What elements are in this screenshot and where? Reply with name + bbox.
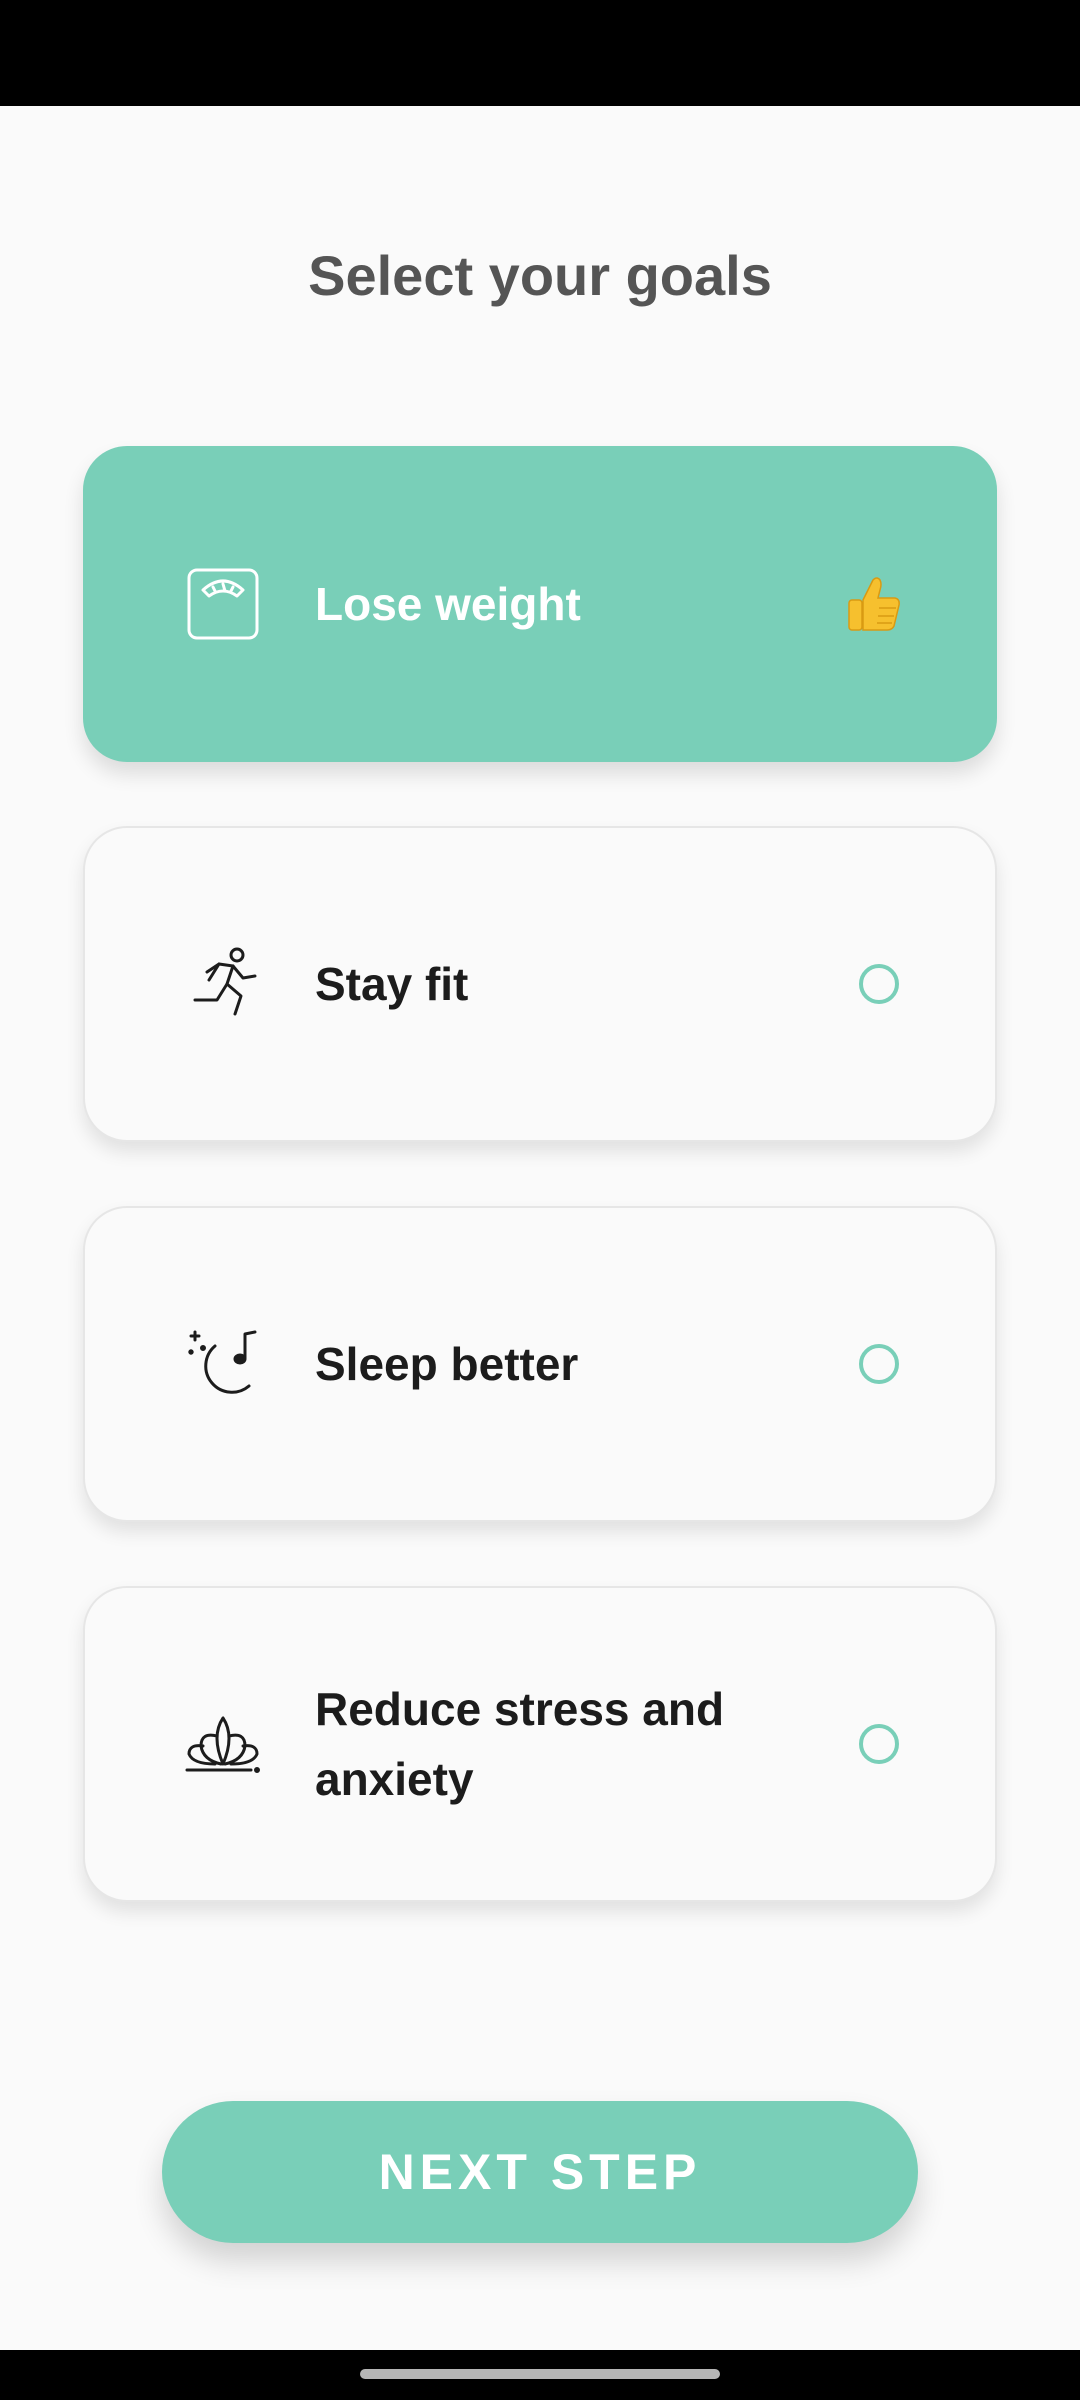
running-person-icon [185,946,261,1022]
goal-radio-sleep-better[interactable] [859,1344,899,1384]
goal-card-lose-weight[interactable]: Lose weight [83,446,997,762]
next-step-button[interactable]: NEXT STEP [162,2101,918,2243]
goal-card-stay-fit[interactable]: Stay fit [83,826,997,1142]
page-title: Select your goals [308,244,772,307]
goal-label: Lose weight [315,578,581,630]
lotus-icon [185,1706,261,1782]
thumbs-up-icon [843,574,903,634]
bathroom-scale-icon [185,566,261,642]
goal-card-sleep-better[interactable]: Sleep better [83,1206,997,1522]
navigation-bar [0,2350,1080,2400]
moon-music-note-icon [185,1326,261,1402]
goal-radio-stay-fit[interactable] [859,964,899,1004]
goal-label: Sleep better [315,1338,579,1390]
goal-label: Reduce stress and anxiety [315,1683,725,1805]
goal-label: Stay fit [315,958,469,1010]
home-indicator[interactable] [360,2369,720,2379]
status-bar [0,0,1080,106]
goal-radio-reduce-stress[interactable] [859,1724,899,1764]
goal-card-reduce-stress[interactable]: Reduce stress and anxiety [83,1586,997,1902]
